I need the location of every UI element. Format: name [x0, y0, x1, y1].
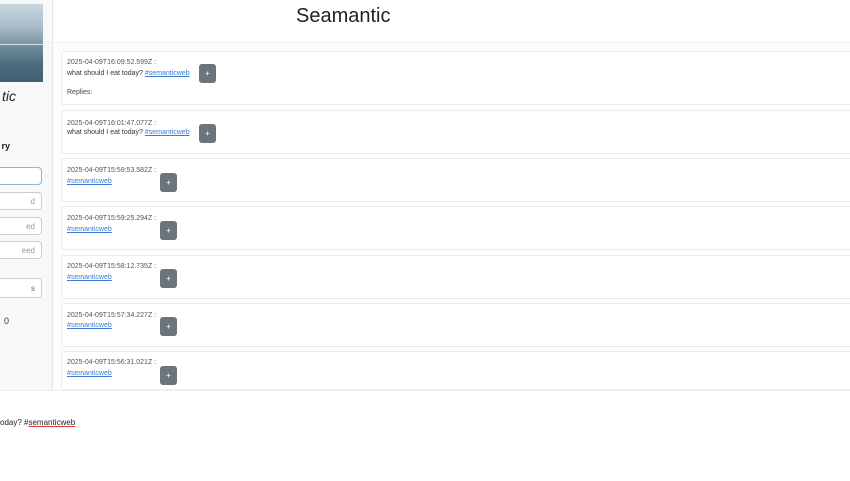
post-card: 2025-04-09T15:59:25.294Z : #semanticweb …: [61, 206, 850, 250]
hashtag-link[interactable]: #semanticweb: [67, 226, 112, 233]
post-text: #semanticweb: [67, 322, 112, 329]
post-text: what should I eat today? #semanticweb: [67, 70, 190, 77]
main-feed: Seamantic 2025-04-09T16:09:52.599Z : wha…: [53, 0, 850, 390]
hashtag-link[interactable]: #semanticweb: [145, 70, 190, 77]
reply-button[interactable]: +: [160, 317, 177, 336]
sidebar-section-label: ry: [1, 141, 10, 151]
post-text: what should I eat today? #semanticweb: [67, 129, 190, 136]
page-title: Seamantic: [296, 5, 391, 27]
compose-hashtag: semanticweb: [28, 418, 76, 427]
post-timestamp: 2025-04-09T15:57:34.227Z :: [67, 312, 157, 319]
sidebar-app-title: tic: [2, 88, 16, 104]
post-timestamp: 2025-04-09T16:01:47.077Z :: [67, 120, 157, 127]
compose-message: oday? #: [0, 418, 29, 427]
sidebar-count: 0: [3, 316, 9, 326]
hashtag-link[interactable]: #semanticweb: [67, 370, 112, 377]
post-card: 2025-04-09T16:09:52.599Z : what should I…: [61, 51, 850, 105]
sidebar-input-4[interactable]: eed: [0, 241, 42, 259]
post-timestamp: 2025-04-09T16:09:52.599Z :: [67, 59, 157, 66]
sea-banner-image: [0, 4, 43, 82]
post-message: what should I eat today?: [67, 129, 145, 136]
post-timestamp: 2025-04-09T15:58:12.735Z :: [67, 263, 157, 270]
sidebar-submit-button[interactable]: s: [0, 278, 42, 298]
hashtag-link[interactable]: #semanticweb: [67, 322, 112, 329]
hashtag-link[interactable]: #semanticweb: [67, 178, 112, 185]
compose-text[interactable]: oday? #semanticweb: [0, 418, 75, 427]
post-card: 2025-04-09T15:58:12.735Z : #semanticweb …: [61, 255, 850, 299]
post-text: #semanticweb: [67, 370, 112, 377]
post-card: 2025-04-09T15:57:34.227Z : #semanticweb …: [61, 303, 850, 347]
hashtag-link[interactable]: #semanticweb: [145, 129, 190, 136]
post-text: #semanticweb: [67, 226, 112, 233]
reply-button[interactable]: +: [199, 64, 216, 83]
post-timestamp: 2025-04-09T15:59:25.294Z :: [67, 215, 157, 222]
post-timestamp: 2025-04-09T15:56:31.021Z :: [67, 359, 157, 366]
reply-button[interactable]: +: [160, 269, 177, 288]
reply-button[interactable]: +: [160, 173, 177, 192]
sidebar-input-1[interactable]: [0, 167, 42, 185]
sidebar-input-3[interactable]: ed: [0, 217, 42, 235]
post-card: 2025-04-09T15:59:53.582Z : #semanticweb …: [61, 158, 850, 202]
reply-button[interactable]: +: [160, 366, 177, 385]
reply-button[interactable]: +: [160, 221, 177, 240]
compose-area[interactable]: oday? #semanticweb: [0, 390, 850, 481]
reply-button[interactable]: +: [199, 124, 216, 143]
hashtag-link[interactable]: #semanticweb: [67, 274, 112, 281]
post-text: #semanticweb: [67, 274, 112, 281]
sidebar-input-2[interactable]: d: [0, 192, 42, 210]
replies-label: Replies:: [67, 89, 93, 96]
post-card: 2025-04-09T15:56:31.021Z : #semanticweb …: [61, 351, 850, 390]
post-text: #semanticweb: [67, 178, 112, 185]
sidebar: tic ry d ed eed s 0: [0, 0, 53, 390]
post-timestamp: 2025-04-09T15:59:53.582Z :: [67, 167, 157, 174]
post-card: 2025-04-09T16:01:47.077Z : what should I…: [61, 110, 850, 154]
header: Seamantic: [53, 0, 850, 43]
post-message: what should I eat today?: [67, 70, 145, 77]
